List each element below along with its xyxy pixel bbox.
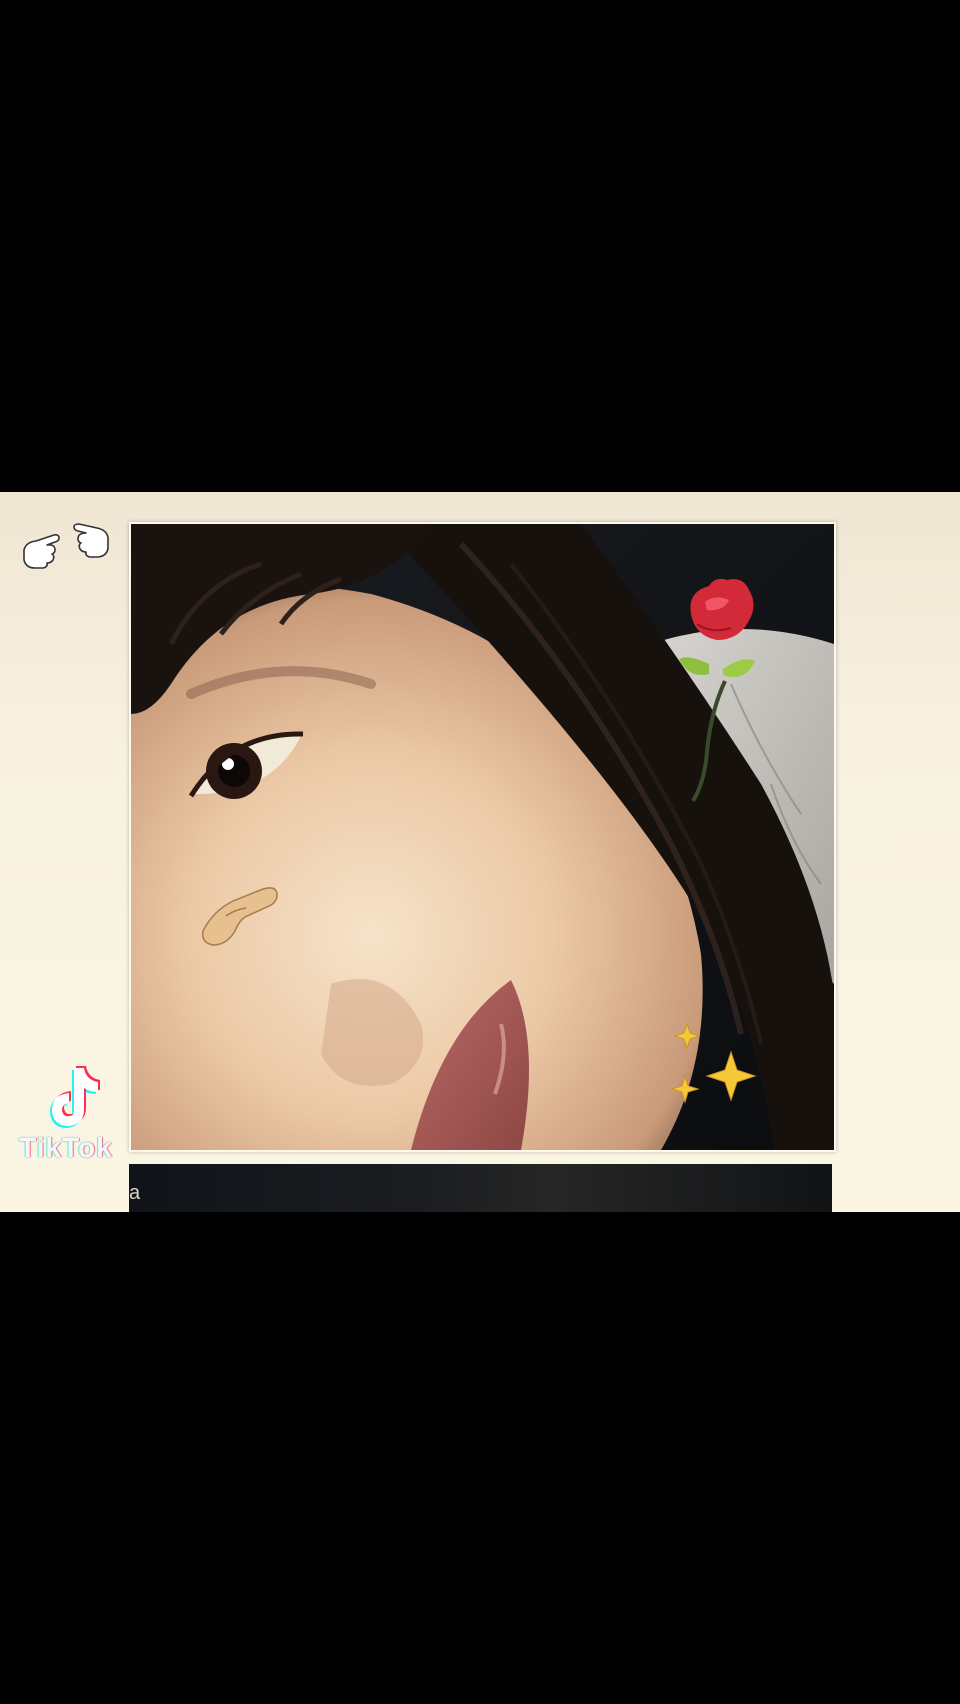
tiktok-wordmark: TikTok: [19, 1132, 113, 1163]
letterbox-top: [0, 0, 960, 492]
video-frame[interactable]: a TikTok: [0, 492, 960, 1212]
pointing-hands-icon: [20, 520, 112, 570]
selfie-photo: [129, 522, 836, 1152]
video-screen[interactable]: a TikTok: [0, 0, 960, 1704]
partial-caption: a: [129, 1182, 141, 1204]
letterbox-bottom: [0, 1212, 960, 1704]
next-photo-partial: a: [129, 1164, 832, 1212]
tiktok-logo-icon: [34, 1062, 106, 1134]
tiktok-watermark: TikTok: [8, 1062, 124, 1172]
